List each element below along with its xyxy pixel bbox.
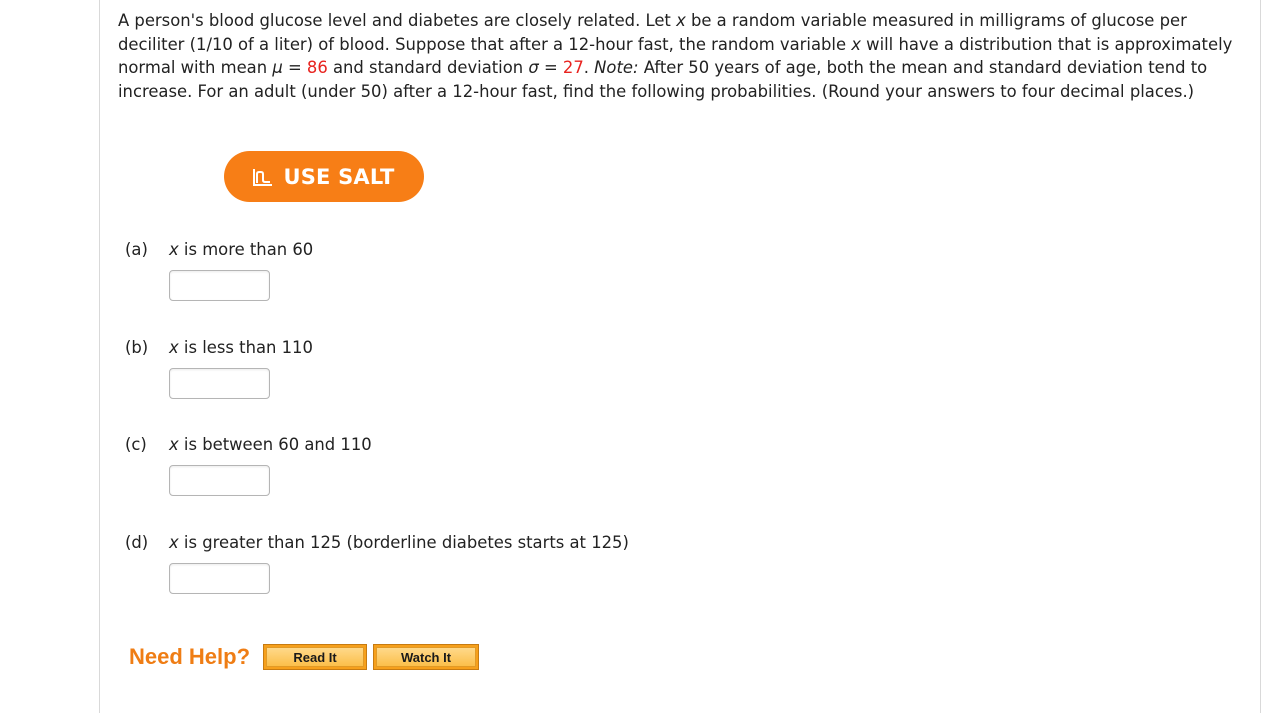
part-text: is greater than 125 (borderline diabetes… <box>178 533 629 552</box>
watch-it-label: Watch It <box>376 647 477 667</box>
variable-x: x <box>169 338 179 357</box>
question-part-b: (b) x is less than 110 <box>125 337 313 359</box>
variable-x: x <box>169 435 179 454</box>
answer-input-c[interactable] <box>169 465 270 496</box>
variable-x: x <box>851 34 861 54</box>
watch-it-button[interactable]: Watch It <box>373 644 480 670</box>
variable-x: x <box>169 240 179 259</box>
variable-x: x <box>169 533 179 552</box>
problem-text: and standard deviation <box>327 58 529 78</box>
answer-input-b[interactable] <box>169 368 270 399</box>
read-it-label: Read It <box>266 647 365 667</box>
read-it-button[interactable]: Read It <box>263 644 368 670</box>
part-label: (c) <box>125 435 147 454</box>
sigma-symbol: σ <box>528 58 539 78</box>
equals-sign: = <box>538 58 563 78</box>
problem-text: A person's blood glucose level and diabe… <box>118 11 677 30</box>
part-text: is less than 110 <box>178 338 313 357</box>
need-help-label: Need Help? <box>129 644 251 669</box>
part-text: is more than 60 <box>178 240 314 259</box>
equals-sign: = <box>282 58 307 78</box>
mu-symbol: μ <box>272 58 283 78</box>
note-label: Note: <box>594 58 639 78</box>
problem-statement: A person's blood glucose level and diabe… <box>118 9 1248 103</box>
part-label: (d) <box>125 533 149 552</box>
mean-value: 86 <box>306 58 328 78</box>
part-text: is between 60 and 110 <box>178 435 372 454</box>
salt-chart-icon <box>253 168 273 186</box>
need-help-bar: Need Help? Read It Watch It <box>129 644 485 670</box>
answer-input-a[interactable] <box>169 270 270 301</box>
question-part-a: (a) x is more than 60 <box>125 239 313 261</box>
use-salt-button[interactable]: USE SALT <box>224 151 424 202</box>
question-part-d: (d) x is greater than 125 (borderline dia… <box>125 532 629 554</box>
part-label: (b) <box>125 338 149 357</box>
part-label: (a) <box>125 240 148 259</box>
use-salt-label: USE SALT <box>283 164 395 189</box>
std-dev-value: 27 <box>562 58 584 78</box>
variable-x: x <box>676 11 686 30</box>
problem-text: . <box>583 58 595 78</box>
question-part-c: (c) x is between 60 and 110 <box>125 434 372 456</box>
answer-input-d[interactable] <box>169 563 270 594</box>
